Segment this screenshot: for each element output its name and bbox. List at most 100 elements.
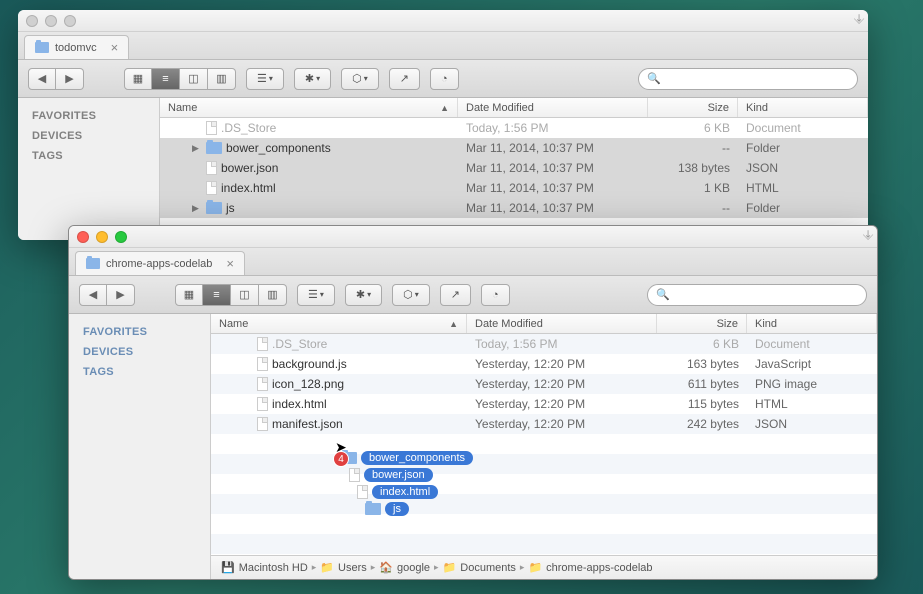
path-separator-icon: ▸ <box>312 562 317 573</box>
arrange-button[interactable]: ☰ ▾ <box>246 68 284 90</box>
fullscreen-icon[interactable]: ⇲ <box>851 13 865 27</box>
sidebar-devices[interactable]: DEVICES <box>18 126 159 146</box>
file-row[interactable]: background.jsYesterday, 12:20 PM163 byte… <box>211 354 877 374</box>
file-kind: JavaScript <box>747 357 877 371</box>
file-row[interactable]: index.htmlYesterday, 12:20 PM115 bytesHT… <box>211 394 877 414</box>
empty-row <box>211 434 877 454</box>
view-icons-button[interactable]: ▦ <box>124 68 152 90</box>
tab-todomvc[interactable]: todomvc × <box>24 35 129 59</box>
dropbox-button[interactable]: ⬡ ▾ <box>392 284 430 306</box>
file-row[interactable]: .DS_StoreToday, 1:56 PM6 KBDocument <box>160 118 868 138</box>
dropbox-button[interactable]: ⬡ ▾ <box>341 68 379 90</box>
disclosure-icon[interactable]: ▶ <box>192 143 202 154</box>
back-button[interactable]: ◀ <box>28 68 56 90</box>
file-row[interactable]: ▶jsMar 11, 2014, 10:37 PM--Folder <box>160 198 868 218</box>
file-row[interactable]: icon_128.pngYesterday, 12:20 PM611 bytes… <box>211 374 877 394</box>
file-row[interactable]: manifest.jsonYesterday, 12:20 PM242 byte… <box>211 414 877 434</box>
view-list-button[interactable]: ≡ <box>152 68 180 90</box>
col-header-size[interactable]: Size <box>648 98 738 117</box>
document-icon <box>257 357 268 371</box>
path-label: chrome-apps-codelab <box>546 562 652 574</box>
close-tab-icon[interactable]: × <box>226 256 234 271</box>
sidebar-tags[interactable]: TAGS <box>18 146 159 166</box>
disclosure-icon[interactable]: ▶ <box>192 203 202 214</box>
zoom-icon[interactable] <box>115 231 127 243</box>
file-kind: Document <box>738 121 868 135</box>
view-list-button[interactable]: ≡ <box>203 284 231 306</box>
view-mode-group: ▦ ≡ ◫ ▥ <box>124 68 236 90</box>
tab-chrome-apps[interactable]: chrome-apps-codelab × <box>75 251 245 275</box>
folder-icon <box>86 258 100 269</box>
search-input[interactable] <box>665 73 849 85</box>
sidebar-favorites[interactable]: FAVORITES <box>18 106 159 126</box>
view-icons-button[interactable]: ▦ <box>175 284 203 306</box>
arrange-button[interactable]: ☰ ▾ <box>297 284 335 306</box>
file-row[interactable]: ▶bower_componentsMar 11, 2014, 10:37 PM-… <box>160 138 868 158</box>
file-row[interactable]: .DS_StoreToday, 1:56 PM6 KBDocument <box>211 334 877 354</box>
sidebar-favorites[interactable]: FAVORITES <box>69 322 210 342</box>
toolbar: ◀ ▶ ▦ ≡ ◫ ▥ ☰ ▾ ✱ ▾ ⬡ ▾ ↗ ◔ 🔍 <box>18 60 868 98</box>
folder-icon <box>35 42 49 53</box>
close-tab-icon[interactable]: × <box>111 40 119 55</box>
col-header-kind[interactable]: Kind <box>738 98 868 117</box>
forward-button[interactable]: ▶ <box>107 284 135 306</box>
action-button[interactable]: ✱ ▾ <box>294 68 331 90</box>
path-icon: 📁 <box>528 561 542 574</box>
file-size: 6 KB <box>657 337 747 351</box>
titlebar[interactable]: ⇲ <box>18 10 868 32</box>
view-columns-button[interactable]: ◫ <box>231 284 259 306</box>
fullscreen-icon[interactable]: ⇲ <box>860 229 874 243</box>
finder-window-back: ⇲ todomvc × ◀ ▶ ▦ ≡ ◫ ▥ ☰ ▾ ✱ ▾ ⬡ ▾ ↗ ◔ … <box>18 10 868 240</box>
sidebar-devices[interactable]: DEVICES <box>69 342 210 362</box>
col-header-name[interactable]: Name▲ <box>160 98 458 117</box>
file-row[interactable]: bower.jsonMar 11, 2014, 10:37 PM138 byte… <box>160 158 868 178</box>
action-button[interactable]: ✱ ▾ <box>345 284 382 306</box>
sidebar-tags[interactable]: TAGS <box>69 362 210 382</box>
view-coverflow-button[interactable]: ▥ <box>208 68 236 90</box>
close-icon[interactable] <box>26 15 38 27</box>
file-size: 138 bytes <box>648 161 738 175</box>
zoom-icon[interactable] <box>64 15 76 27</box>
col-header-size[interactable]: Size <box>657 314 747 333</box>
forward-button[interactable]: ▶ <box>56 68 84 90</box>
file-list[interactable]: .DS_StoreToday, 1:56 PM6 KBDocumentbackg… <box>211 334 877 555</box>
tab-bar: todomvc × <box>18 32 868 60</box>
file-row[interactable]: index.htmlMar 11, 2014, 10:37 PM1 KBHTML <box>160 178 868 198</box>
file-date: Yesterday, 12:20 PM <box>467 357 657 371</box>
minimize-icon[interactable] <box>45 15 57 27</box>
minimize-icon[interactable] <box>96 231 108 243</box>
path-segment[interactable]: 🏠google <box>379 561 430 574</box>
file-kind: Folder <box>738 201 868 215</box>
view-columns-button[interactable]: ◫ <box>180 68 208 90</box>
document-icon <box>257 417 268 431</box>
col-header-kind[interactable]: Kind <box>747 314 877 333</box>
path-separator-icon: ▸ <box>520 562 525 573</box>
col-header-date[interactable]: Date Modified <box>467 314 657 333</box>
nav-buttons: ◀ ▶ <box>79 284 135 306</box>
view-coverflow-button[interactable]: ▥ <box>259 284 287 306</box>
back-button[interactable]: ◀ <box>79 284 107 306</box>
path-segment[interactable]: 📁 chrome-apps-codelab <box>528 561 652 574</box>
search-box[interactable]: 🔍 <box>638 68 858 90</box>
file-kind: PNG image <box>747 377 877 391</box>
col-header-name[interactable]: Name▲ <box>211 314 467 333</box>
titlebar[interactable]: ⇲ <box>69 226 877 248</box>
col-header-date[interactable]: Date Modified <box>458 98 648 117</box>
path-segment[interactable]: 📁Documents <box>443 561 516 574</box>
empty-row <box>211 494 877 514</box>
file-date: Mar 11, 2014, 10:37 PM <box>458 161 648 175</box>
tab-bar: chrome-apps-codelab × <box>69 248 877 276</box>
search-box[interactable]: 🔍 <box>647 284 867 306</box>
share-button[interactable]: ↗ <box>440 284 471 306</box>
search-input[interactable] <box>674 289 858 301</box>
close-icon[interactable] <box>77 231 89 243</box>
column-headers: Name▲ Date Modified Size Kind <box>160 98 868 118</box>
share-button[interactable]: ↗ <box>389 68 420 90</box>
tab-title: chrome-apps-codelab <box>106 258 212 270</box>
document-icon <box>257 397 268 411</box>
path-segment[interactable]: 📁Users <box>320 561 366 574</box>
tags-button[interactable]: ◔ <box>481 284 510 306</box>
file-list[interactable]: .DS_StoreToday, 1:56 PM6 KBDocument▶bowe… <box>160 118 868 240</box>
path-segment[interactable]: 💾Macintosh HD <box>221 561 308 574</box>
tags-button[interactable]: ◔ <box>430 68 459 90</box>
